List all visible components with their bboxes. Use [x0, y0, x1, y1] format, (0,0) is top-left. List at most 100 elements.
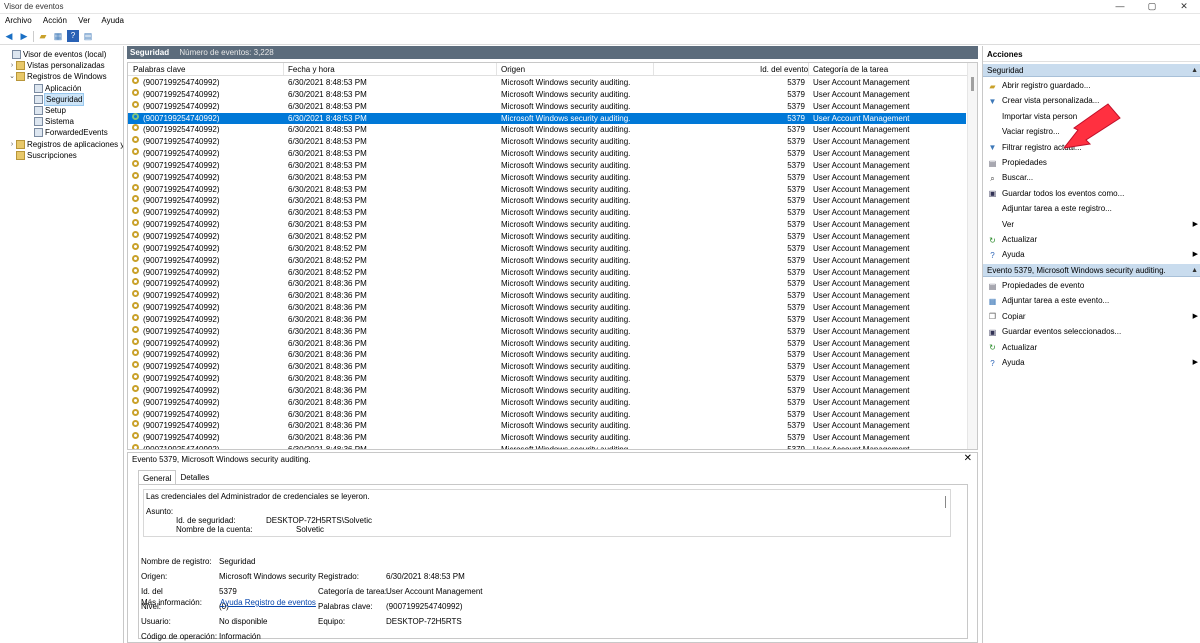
detail-tabs: General Detalles	[138, 470, 213, 484]
action-ver[interactable]: Ver ▶	[983, 218, 1200, 232]
action-guardar-todos-los-eventos-como[interactable]: ▣ Guardar todos los eventos como...	[983, 187, 1200, 201]
column-date[interactable]: Fecha y hora	[288, 65, 335, 74]
console-tree-icon[interactable]: ▦	[52, 30, 64, 42]
action-copiar[interactable]: ❐ Copiar ▶	[983, 310, 1200, 324]
tab-general[interactable]: General	[138, 470, 177, 484]
event-message[interactable]: Las credenciales del Administrador de cr…	[143, 489, 951, 537]
action-adjuntar-tarea-a-este-evento[interactable]: ▦ Adjuntar tarea a este evento...	[983, 294, 1200, 308]
minimize-button[interactable]: —	[1104, 0, 1136, 14]
table-row[interactable]: (9007199254740992) 6/30/2021 8:48:52 PM Mi…	[128, 242, 966, 255]
table-row[interactable]: (9007199254740992) 6/30/2021 8:48:53 PM Mi…	[128, 124, 966, 136]
table-row[interactable]: (9007199254740992) 6/30/2021 8:48:53 PM Mi…	[128, 183, 966, 196]
table-row[interactable]: (9007199254740992) 6/30/2021 8:48:36 PM Mi…	[128, 373, 966, 385]
action-ayuda[interactable]: ? Ayuda ▶	[983, 356, 1200, 370]
action-ayuda[interactable]: ? Ayuda ▶	[983, 248, 1200, 262]
table-row[interactable]: (9007199254740992) 6/30/2021 8:48:52 PM Mi…	[128, 254, 966, 267]
tab-detalles[interactable]: Detalles	[176, 470, 213, 484]
action-guardar-eventos-seleccionados[interactable]: ▣ Guardar eventos seleccionados...	[983, 325, 1200, 339]
action-buscar[interactable]: ⌕ Buscar...	[983, 171, 1200, 185]
table-row[interactable]: (9007199254740992) 6/30/2021 8:48:36 PM Mi…	[128, 444, 966, 449]
expand-chevron-icon[interactable]: ›	[8, 139, 16, 150]
more-info-link[interactable]: Ayuda Registro de eventos	[220, 598, 316, 607]
scrollbar-thumb[interactable]	[971, 77, 974, 91]
menu-ayuda[interactable]: Ayuda	[96, 14, 128, 25]
action-label: Adjuntar tarea a este evento...	[1002, 296, 1110, 306]
collapse-icon[interactable]: ▲	[1191, 264, 1198, 277]
cell-category: User Account Management	[813, 303, 910, 313]
table-row[interactable]: (9007199254740992) 6/30/2021 8:48:36 PM Mi…	[128, 420, 966, 432]
table-row[interactable]: (9007199254740992) 6/30/2021 8:48:36 PM Mi…	[128, 396, 966, 409]
action-actualizar[interactable]: ↻ Actualizar	[983, 233, 1200, 247]
actions-section-header[interactable]: Seguridad ▲	[983, 64, 1200, 77]
column-task-category[interactable]: Categoría de la tarea	[813, 65, 888, 74]
table-row[interactable]: (9007199254740992) 6/30/2021 8:48:36 PM Mi…	[128, 384, 966, 397]
close-button[interactable]: ✕	[1168, 0, 1200, 14]
table-row[interactable]: (9007199254740992) 6/30/2021 8:48:53 PM Mi…	[128, 77, 966, 89]
tree-item-seguridad[interactable]: Seguridad	[26, 92, 85, 106]
tree-item-aplicaci-n[interactable]: Aplicación	[26, 83, 81, 94]
tree-item-visor-de-eventos-local[interactable]: Visor de eventos (local)	[4, 49, 106, 60]
table-row[interactable]: (9007199254740992) 6/30/2021 8:48:36 PM Mi…	[128, 361, 966, 373]
table-row[interactable]: (9007199254740992) 6/30/2021 8:48:52 PM Mi…	[128, 266, 966, 279]
table-row[interactable]: (9007199254740992) 6/30/2021 8:48:53 PM Mi…	[128, 219, 966, 231]
cell-category: User Account Management	[813, 101, 910, 111]
table-row[interactable]: (9007199254740992) 6/30/2021 8:48:36 PM Mi…	[128, 325, 966, 338]
table-row[interactable]: (9007199254740992) 6/30/2021 8:48:53 PM Mi…	[128, 136, 966, 148]
action-adjuntar-tarea-a-este-registro[interactable]: Adjuntar tarea a este registro...	[983, 202, 1200, 216]
action-propiedades-de-evento[interactable]: ▤ Propiedades de evento	[983, 279, 1200, 293]
table-row[interactable]: (9007199254740992) 6/30/2021 8:48:36 PM Mi…	[128, 408, 966, 421]
action-actualizar[interactable]: ↻ Actualizar	[983, 341, 1200, 355]
tree-item-vistas-personalizadas[interactable]: › Vistas personalizadas	[8, 60, 105, 71]
column-keywords[interactable]: Palabras clave	[133, 65, 185, 74]
table-row[interactable]: (9007199254740992) 6/30/2021 8:48:53 PM Mi…	[128, 112, 966, 125]
folder-icon[interactable]: ▰	[37, 30, 49, 42]
table-row[interactable]: (9007199254740992) 6/30/2021 8:48:53 PM Mi…	[128, 207, 966, 219]
table-row[interactable]: (9007199254740992) 6/30/2021 8:48:36 PM Mi…	[128, 278, 966, 290]
table-row[interactable]: (9007199254740992) 6/30/2021 8:48:36 PM Mi…	[128, 290, 966, 302]
table-row[interactable]: (9007199254740992) 6/30/2021 8:48:53 PM Mi…	[128, 195, 966, 207]
cell-event-id: 5379	[787, 350, 805, 360]
tree-item-registros-de-windows[interactable]: ⌄ Registros de Windows	[8, 71, 107, 82]
table-row[interactable]: (9007199254740992) 6/30/2021 8:48:53 PM Mi…	[128, 171, 966, 184]
table-row[interactable]: (9007199254740992) 6/30/2021 8:48:36 PM Mi…	[128, 349, 966, 361]
actions-section-header[interactable]: Evento 5379, Microsoft Windows security …	[983, 264, 1200, 277]
column-event-id[interactable]: Id. del evento	[760, 65, 808, 74]
tree-item-sistema[interactable]: Sistema	[26, 116, 74, 127]
detail-close-icon[interactable]: ✕	[964, 453, 972, 464]
table-row[interactable]: (9007199254740992) 6/30/2021 8:48:36 PM Mi…	[128, 432, 966, 444]
expand-chevron-icon[interactable]: ›	[8, 60, 16, 71]
action-abrir-registro-guardado[interactable]: ▰ Abrir registro guardado...	[983, 79, 1200, 93]
menu-accion[interactable]: Acción	[38, 14, 71, 25]
column-source[interactable]: Origen	[501, 65, 525, 74]
event-list-scrollbar[interactable]	[967, 63, 977, 449]
table-row[interactable]: (9007199254740992) 6/30/2021 8:48:36 PM Mi…	[128, 337, 966, 350]
event-list[interactable]: Palabras clave Fecha y hora Origen Id. d…	[127, 62, 978, 450]
back-icon[interactable]: ◀	[3, 30, 15, 42]
find-icon: ⌕	[990, 173, 995, 183]
tree-item-setup[interactable]: Setup	[26, 105, 66, 116]
help-icon[interactable]: ?	[67, 30, 79, 42]
table-row[interactable]: (9007199254740992) 6/30/2021 8:48:36 PM Mi…	[128, 313, 966, 326]
tree-item-registros-de-aplicaciones-y-s[interactable]: › Registros de aplicaciones y s	[8, 139, 123, 150]
computer-label: Equipo:	[318, 617, 346, 626]
message-line: Las credenciales del Administrador de cr…	[146, 492, 370, 501]
cell-date: 6/30/2021 8:48:36 PM	[288, 421, 367, 431]
collapse-icon[interactable]: ▲	[1191, 64, 1198, 77]
tree-item-suscripciones[interactable]: Suscripciones	[8, 150, 77, 161]
message-scrollbar[interactable]	[945, 496, 946, 508]
table-row[interactable]: (9007199254740992) 6/30/2021 8:48:36 PM Mi…	[128, 302, 966, 314]
tree-item-forwardedevents[interactable]: ForwardedEvents	[26, 127, 108, 138]
menu-ver[interactable]: Ver	[73, 14, 94, 25]
properties-icon[interactable]: ▤	[82, 30, 94, 42]
table-row[interactable]: (9007199254740992) 6/30/2021 8:48:52 PM Mi…	[128, 230, 966, 243]
expand-chevron-icon[interactable]: ⌄	[8, 71, 16, 82]
table-row[interactable]: (9007199254740992) 6/30/2021 8:48:53 PM Mi…	[128, 88, 966, 101]
table-row[interactable]: (9007199254740992) 6/30/2021 8:48:53 PM Mi…	[128, 148, 966, 160]
table-row[interactable]: (9007199254740992) 6/30/2021 8:48:53 PM Mi…	[128, 159, 966, 172]
key-icon	[132, 349, 139, 357]
cell-keywords: (9007199254740992)	[143, 113, 220, 123]
table-row[interactable]: (9007199254740992) 6/30/2021 8:48:53 PM Mi…	[128, 100, 966, 113]
menu-archivo[interactable]: Archivo	[0, 14, 36, 25]
forward-icon[interactable]: ▶	[18, 30, 30, 42]
maximize-button[interactable]: ▢	[1136, 0, 1168, 14]
